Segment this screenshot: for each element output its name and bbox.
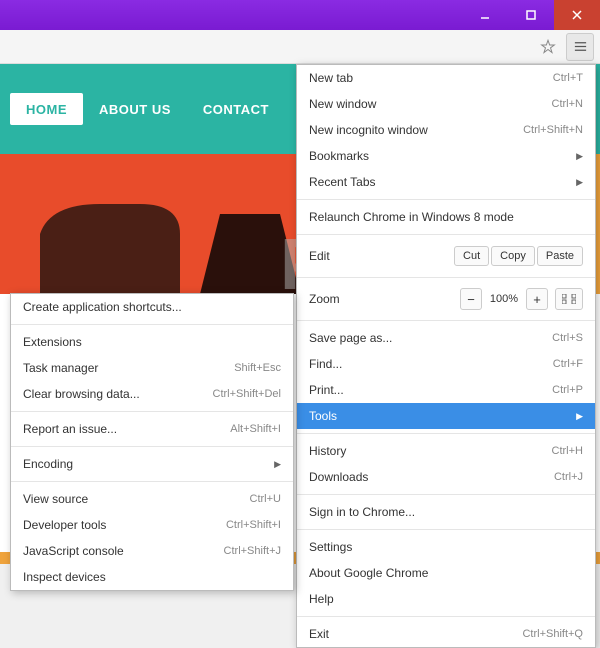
menu-recent-tabs[interactable]: Recent Tabs▶ [297,169,595,195]
chevron-right-icon: ▶ [274,459,281,470]
nav-about[interactable]: ABOUT US [83,93,187,125]
chevron-right-icon: ▶ [576,411,583,422]
separator [297,529,595,530]
submenu-js-console[interactable]: JavaScript consoleCtrl+Shift+J [11,538,293,564]
menu-signin[interactable]: Sign in to Chrome... [297,499,595,525]
separator [11,411,293,412]
zoom-value: 100% [485,293,523,305]
menu-help[interactable]: Help [297,586,595,612]
zoom-out-button[interactable]: − [460,288,482,310]
menu-edit: Edit Cut Copy Paste [297,239,595,273]
browser-toolbar [0,30,600,64]
close-button[interactable] [554,0,600,30]
menu-exit[interactable]: ExitCtrl+Shift+Q [297,621,595,647]
chrome-main-menu: New tabCtrl+T New windowCtrl+N New incog… [296,64,596,648]
separator [297,320,595,321]
menu-print[interactable]: Print...Ctrl+P [297,377,595,403]
separator [297,433,595,434]
menu-incognito[interactable]: New incognito windowCtrl+Shift+N [297,117,595,143]
separator [297,234,595,235]
minimize-button[interactable] [462,0,508,30]
menu-history[interactable]: HistoryCtrl+H [297,438,595,464]
chevron-right-icon: ▶ [576,151,583,162]
separator [297,277,595,278]
copy-button[interactable]: Copy [491,246,535,266]
submenu-report-issue[interactable]: Report an issue...Alt+Shift+I [11,416,293,442]
menu-downloads[interactable]: DownloadsCtrl+J [297,464,595,490]
cut-button[interactable]: Cut [454,246,489,266]
menu-new-window[interactable]: New windowCtrl+N [297,91,595,117]
submenu-create-shortcuts[interactable]: Create application shortcuts... [11,294,293,320]
nav-contact[interactable]: CONTACT [187,93,285,125]
separator [297,616,595,617]
menu-settings[interactable]: Settings [297,534,595,560]
star-icon[interactable] [534,33,562,61]
chevron-right-icon: ▶ [576,177,583,188]
submenu-dev-tools[interactable]: Developer toolsCtrl+Shift+I [11,512,293,538]
separator [11,481,293,482]
menu-zoom: Zoom − 100% + [297,282,595,316]
nav-home[interactable]: HOME [10,93,83,125]
submenu-clear-data[interactable]: Clear browsing data...Ctrl+Shift+Del [11,381,293,407]
menu-save-page[interactable]: Save page as...Ctrl+S [297,325,595,351]
separator [297,494,595,495]
paste-button[interactable]: Paste [537,246,583,266]
submenu-extensions[interactable]: Extensions [11,329,293,355]
menu-new-tab[interactable]: New tabCtrl+T [297,65,595,91]
separator [11,324,293,325]
submenu-inspect-devices[interactable]: Inspect devices [11,564,293,590]
menu-about[interactable]: About Google Chrome [297,560,595,586]
menu-relaunch[interactable]: Relaunch Chrome in Windows 8 mode [297,204,595,230]
menu-icon[interactable] [566,33,594,61]
window-titlebar [0,0,600,30]
menu-tools[interactable]: Tools▶ [297,403,595,429]
separator [11,446,293,447]
submenu-encoding[interactable]: Encoding▶ [11,451,293,477]
tools-submenu: Create application shortcuts... Extensio… [10,293,294,591]
separator [297,199,595,200]
fullscreen-button[interactable] [555,288,583,310]
menu-bookmarks[interactable]: Bookmarks▶ [297,143,595,169]
maximize-button[interactable] [508,0,554,30]
menu-find[interactable]: Find...Ctrl+F [297,351,595,377]
submenu-task-manager[interactable]: Task managerShift+Esc [11,355,293,381]
submenu-view-source[interactable]: View sourceCtrl+U [11,486,293,512]
zoom-in-button[interactable]: + [526,288,548,310]
